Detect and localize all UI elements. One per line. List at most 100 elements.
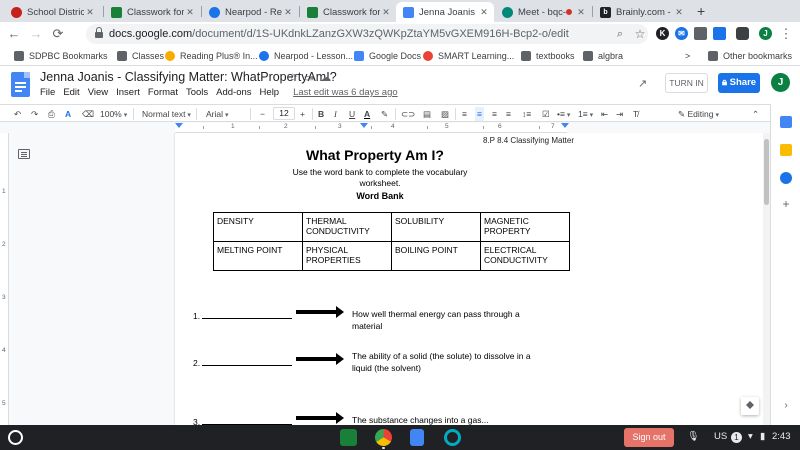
docs-logo-icon[interactable] <box>11 72 30 97</box>
reload-button[interactable]: ⟳ <box>50 26 66 42</box>
paint-format-icon[interactable]: ⌫ <box>82 107 94 121</box>
align-center-icon[interactable]: ≡ <box>475 107 484 121</box>
sign-out-button[interactable]: Sign out <box>624 428 674 447</box>
bookmarks-overflow[interactable]: > <box>685 49 690 63</box>
close-icon[interactable]: ✕ <box>84 7 96 18</box>
highlight-icon[interactable]: ✎ <box>381 107 388 121</box>
browser-tab[interactable]: Classwork for 5th ✕ <box>300 2 396 22</box>
profile-avatar[interactable]: J <box>759 27 772 40</box>
star-icon[interactable]: ☆ <box>288 72 304 84</box>
scrollbar-thumb[interactable] <box>764 139 769 205</box>
close-icon[interactable]: ✕ <box>673 7 685 18</box>
bookmark-algbra[interactable]: algbra <box>583 49 623 63</box>
bookmark-classes[interactable]: Classes <box>117 49 164 63</box>
bookmark-sdpbc[interactable]: SDPBC Bookmarks <box>14 49 108 63</box>
zoom-select[interactable]: 100% <box>100 107 127 121</box>
explore-icon[interactable] <box>741 397 759 415</box>
align-left-icon[interactable]: ≡ <box>462 107 467 121</box>
settings-gear-icon[interactable] <box>444 429 461 446</box>
underline-icon[interactable]: U <box>349 107 355 121</box>
decrease-indent-icon[interactable]: ⇤ <box>601 107 608 121</box>
move-folder-icon[interactable]: ▭ <box>304 72 320 84</box>
collapse-panel-icon[interactable]: › <box>780 400 792 412</box>
bookmark-smart[interactable]: SMART Learning... <box>423 49 514 63</box>
bookmark-google-docs[interactable]: Google Docs <box>354 49 421 63</box>
menu-tools[interactable]: Tools <box>186 87 208 98</box>
redo-icon[interactable]: ↷ <box>31 107 38 121</box>
bulleted-list-icon[interactable]: •≡ <box>557 107 570 121</box>
style-select[interactable]: Normal text <box>142 107 191 121</box>
bookmark-reading-plus[interactable]: Reading Plus® In... <box>165 49 258 63</box>
menu-view[interactable]: View <box>88 87 108 98</box>
italic-icon[interactable]: I <box>334 107 337 121</box>
editing-mode-select[interactable]: ✎ Editing <box>678 107 719 121</box>
document-outline-icon[interactable] <box>18 149 30 159</box>
launcher-icon[interactable] <box>8 430 23 445</box>
close-icon[interactable]: ✕ <box>380 7 392 18</box>
new-tab-button[interactable]: + <box>697 3 705 19</box>
horizontal-ruler[interactable]: 1 2 3 4 5 6 7 <box>175 123 569 133</box>
numbered-list-icon[interactable]: 1≡ <box>578 107 593 121</box>
docs-app-icon[interactable] <box>410 429 424 446</box>
browser-tab[interactable]: Classwork for 5th ✕ <box>104 2 200 22</box>
close-icon[interactable]: ✕ <box>575 7 587 18</box>
activity-dashboard-icon[interactable]: ↗ <box>638 77 647 90</box>
browser-tab[interactable]: Meet - bqc-cu ✕ <box>495 2 591 22</box>
extension-docs-icon[interactable] <box>713 27 726 40</box>
browser-tab[interactable]: School District of ✕ <box>4 2 100 22</box>
tasks-icon[interactable] <box>780 172 792 184</box>
clear-formatting-icon[interactable]: T̸ <box>633 107 638 121</box>
checklist-icon[interactable]: ☑ <box>542 107 550 121</box>
extension-k-icon[interactable]: K <box>656 27 669 40</box>
font-size-input[interactable]: 12 <box>273 107 295 120</box>
back-button[interactable]: ← <box>6 26 22 42</box>
increase-size-icon[interactable]: + <box>300 107 305 121</box>
bookmark-nearpod[interactable]: Nearpod - Lesson... <box>259 49 353 63</box>
clock[interactable]: 2:43 <box>772 431 791 442</box>
battery-icon[interactable]: ▮ <box>760 431 765 442</box>
browser-tab[interactable]: b Brainly.com - For ✕ <box>593 2 689 22</box>
bookmark-other[interactable]: Other bookmarks <box>708 49 792 63</box>
bookmark-textbooks[interactable]: textbooks <box>521 49 575 63</box>
image-icon[interactable]: ▨ <box>441 107 449 121</box>
answer-blank[interactable] <box>202 417 293 425</box>
close-icon[interactable]: ✕ <box>282 7 294 18</box>
classroom-app-icon[interactable] <box>340 429 357 446</box>
vertical-scrollbar[interactable] <box>763 133 770 425</box>
last-edit-link[interactable]: Last edit was 6 days ago <box>293 87 398 98</box>
forward-button[interactable]: → <box>28 26 44 42</box>
right-indent-marker[interactable] <box>561 123 569 128</box>
menu-addons[interactable]: Add-ons <box>216 87 251 98</box>
answer-blank[interactable] <box>202 311 293 319</box>
text-color-icon[interactable]: A <box>364 107 370 121</box>
menu-format[interactable]: Format <box>148 87 178 98</box>
calendar-icon[interactable] <box>780 116 792 128</box>
left-indent-marker[interactable] <box>175 123 183 128</box>
menu-edit[interactable]: Edit <box>63 87 79 98</box>
menu-file[interactable]: File <box>40 87 55 98</box>
address-bar[interactable]: docs.google.com/document/d/1S-UKdnkLZanz… <box>86 24 648 44</box>
line-spacing-icon[interactable]: ↕≡ <box>522 107 531 121</box>
decrease-size-icon[interactable]: − <box>260 107 265 121</box>
comment-icon[interactable]: ▤ <box>423 107 431 121</box>
browser-menu-icon[interactable]: ⋮ <box>778 26 794 42</box>
extension-mail-icon[interactable]: ✉ <box>675 27 688 40</box>
extension-icon[interactable] <box>694 27 707 40</box>
menu-help[interactable]: Help <box>260 87 280 98</box>
browser-tab-active[interactable]: Jenna Joanis - Cl ✕ <box>396 2 494 22</box>
undo-icon[interactable]: ↶ <box>14 107 21 121</box>
link-icon[interactable]: ⊂⊃ <box>401 107 415 121</box>
turn-in-button[interactable]: TURN IN <box>665 73 708 93</box>
align-right-icon[interactable]: ≡ <box>492 107 497 121</box>
first-line-marker[interactable] <box>360 123 368 128</box>
account-avatar[interactable]: J <box>771 73 790 92</box>
font-select[interactable]: Arial <box>206 107 228 121</box>
extensions-puzzle-icon[interactable] <box>736 27 749 40</box>
microphone-icon[interactable]: 🎙︎ <box>687 431 699 442</box>
share-button[interactable]: 🔒︎ Share <box>718 73 760 93</box>
chrome-app-icon[interactable] <box>375 429 392 446</box>
close-icon[interactable]: ✕ <box>184 7 196 18</box>
bold-icon[interactable]: B <box>318 107 324 121</box>
browser-tab[interactable]: Nearpod - Review ✕ <box>202 2 298 22</box>
close-icon[interactable]: ✕ <box>478 7 490 18</box>
